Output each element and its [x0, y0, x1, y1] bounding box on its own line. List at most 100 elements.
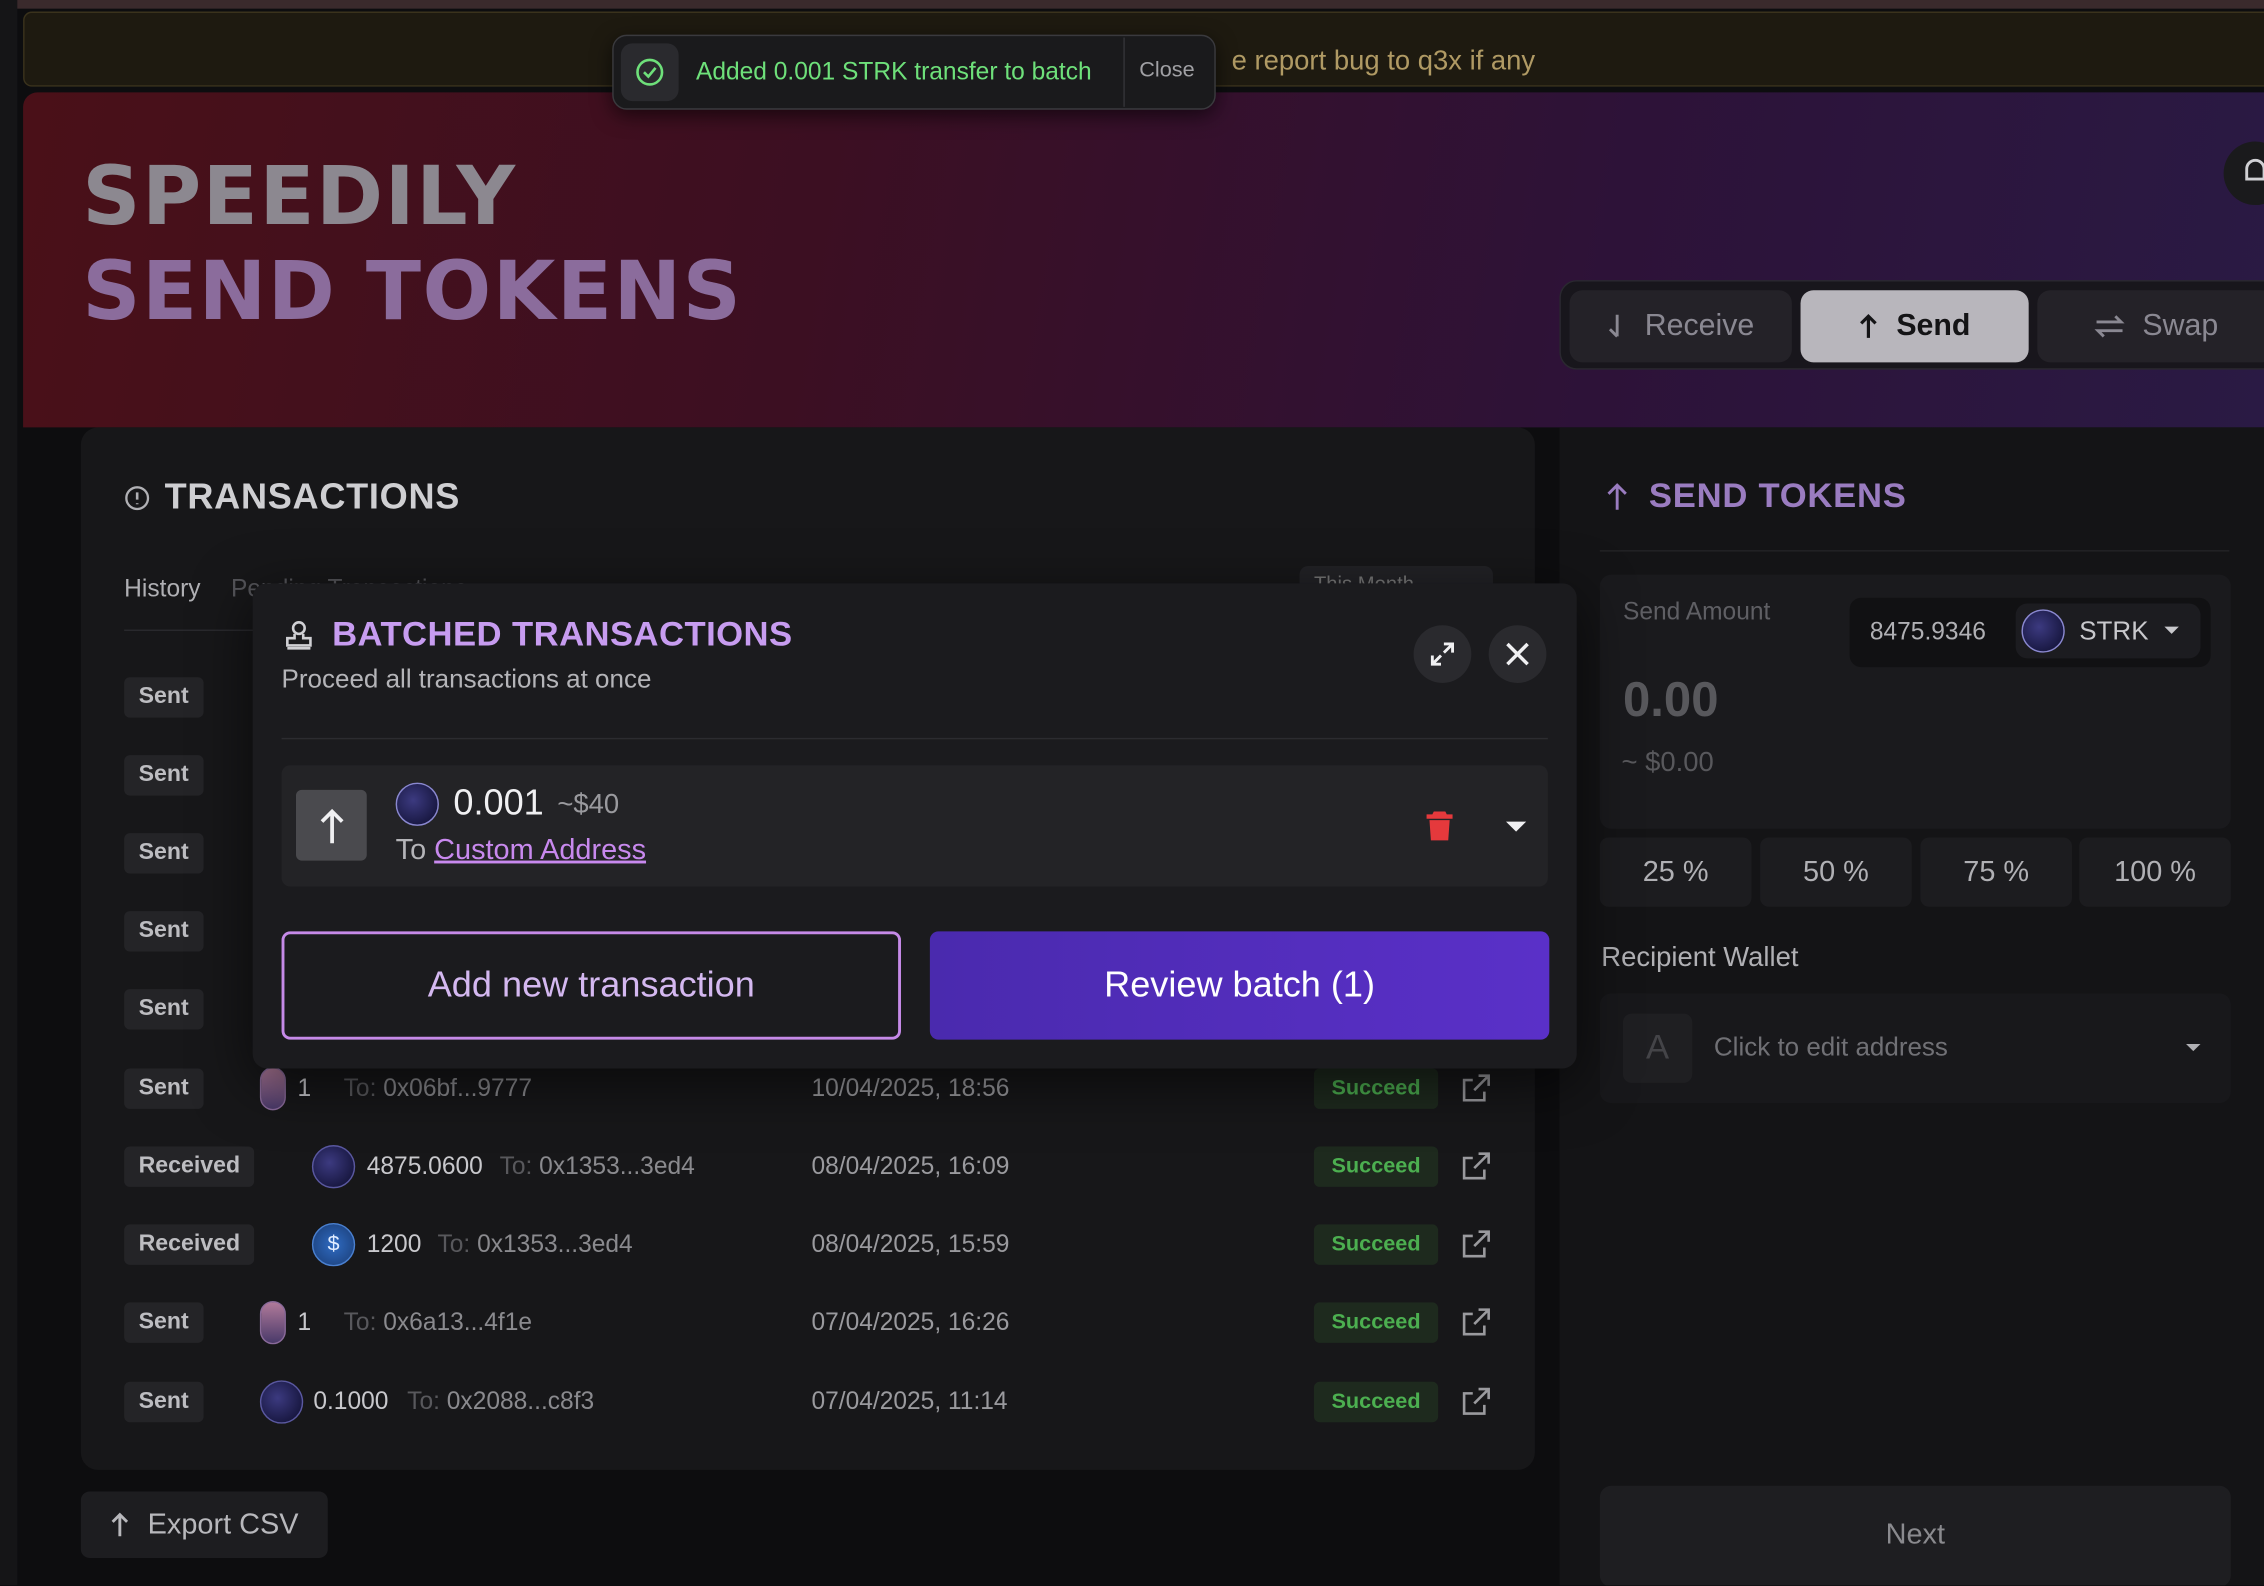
token-select[interactable]: STRK — [2015, 603, 2201, 659]
swap-tab[interactable]: Swap — [2037, 290, 2264, 363]
transactions-title: TRANSACTIONS — [164, 476, 461, 517]
status-badge: Succeed — [1313, 1224, 1439, 1265]
recipient-avatar: A — [1622, 1013, 1693, 1083]
tx-type-badge: Sent — [124, 755, 204, 796]
send-tab[interactable]: Send — [1800, 290, 2029, 363]
external-link-icon[interactable] — [1458, 1227, 1493, 1262]
recipient-placeholder[interactable]: Click to edit address — [1714, 1032, 1948, 1062]
modal-divider — [281, 737, 1548, 740]
percent-100-button[interactable]: 100 % — [2079, 837, 2231, 907]
receive-tab[interactable]: Receive — [1569, 290, 1792, 363]
tx-type-badge: Sent — [124, 1302, 204, 1343]
tx-date: 08/04/2025, 15:59 — [811, 1230, 1010, 1258]
tx-type-badge: Sent — [124, 911, 204, 952]
tx-address: 0x1353...3ed4 — [539, 1152, 695, 1180]
chevron-down-icon — [2164, 626, 2179, 634]
tx-recipient: To: 0x1353...3ed4 — [500, 1152, 695, 1181]
strk-token-icon — [259, 1380, 304, 1424]
token-select-label: STRK — [2079, 615, 2149, 645]
tx-amount: 1 — [297, 1308, 312, 1336]
tx-type-badge: Sent — [124, 677, 204, 718]
percent-50-button[interactable]: 50 % — [1760, 837, 1912, 907]
send-header: SEND TOKENS — [1606, 476, 1907, 516]
arrow-up-icon — [1607, 483, 1627, 510]
top-strip — [0, 0, 2264, 9]
tx-recipient: To: 0x1353...3ed4 — [438, 1230, 633, 1259]
swap-tab-label: Swap — [2142, 308, 2219, 343]
tx-address: 0x6a13...4f1e — [383, 1308, 533, 1336]
receive-tab-label: Receive — [1644, 308, 1755, 343]
batch-subtitle: Proceed all transactions at once — [281, 664, 652, 694]
tx-type-badge: Sent — [124, 1068, 204, 1109]
strk-token-icon — [395, 782, 439, 826]
batch-title: BATCHED TRANSACTIONS — [332, 615, 793, 655]
arrow-up-icon — [111, 1512, 129, 1537]
check-circle-icon — [636, 58, 664, 86]
left-rail — [0, 0, 18, 1586]
toast-message: Added 0.001 STRK transfer to batch — [695, 57, 1092, 86]
expand-icon — [1430, 642, 1455, 666]
strk-token-icon — [2021, 609, 2065, 653]
amount-input[interactable]: 0.00 — [1623, 673, 1719, 729]
send-divider — [1599, 550, 2230, 552]
amount-usd: ~ $0.00 — [1621, 747, 1714, 779]
batch-item-to-prefix: To — [395, 834, 427, 867]
tx-amount: 1200 — [366, 1230, 422, 1258]
tx-to-label: To: — [499, 1152, 533, 1180]
tx-amount: 0.1000 — [313, 1387, 389, 1416]
swap-icon — [2094, 315, 2125, 338]
tx-address: 0x2088...c8f3 — [446, 1387, 595, 1416]
chevron-down-icon[interactable] — [2185, 1042, 2202, 1054]
table-row: Sent 1 To: 0x6a13...4f1e 07/04/2025, 16:26 S… — [124, 1294, 1496, 1352]
transactions-header: TRANSACTIONS — [124, 476, 460, 518]
external-link-icon[interactable] — [1458, 1305, 1493, 1340]
table-row: Received 4875.0600 To: 0x1353...3ed4 08/04/… — [124, 1138, 1496, 1196]
tx-to-label: To: — [437, 1230, 471, 1258]
chevron-down-icon[interactable] — [1505, 820, 1528, 834]
notification-bell-button[interactable] — [2223, 141, 2264, 206]
hero-title-line1: SPEEDILY — [82, 150, 517, 245]
expand-button[interactable] — [1413, 625, 1472, 683]
tab-history[interactable]: History — [124, 575, 200, 604]
external-link-icon[interactable] — [1458, 1149, 1493, 1184]
nft-token-icon — [259, 1300, 286, 1345]
tx-type-badge: Sent — [124, 989, 204, 1030]
trash-icon[interactable] — [1425, 809, 1454, 844]
status-badge: Succeed — [1313, 1146, 1439, 1187]
toast-divider — [1123, 37, 1125, 107]
review-batch-button[interactable]: Review batch (1) — [929, 931, 1550, 1040]
info-circle-icon — [125, 485, 150, 510]
toast-close-button[interactable]: Close — [1139, 58, 1194, 83]
status-badge: Succeed — [1313, 1068, 1439, 1109]
percent-75-button[interactable]: 75 % — [1920, 837, 2072, 907]
table-row: Received $1200 To: 0x1353...3ed4 08/04/2025… — [124, 1216, 1496, 1274]
mode-switcher: Receive Send Swap — [1559, 280, 2264, 370]
tx-to-label: To: — [407, 1387, 440, 1416]
tx-type-badge: Received — [124, 1224, 255, 1265]
add-new-transaction-button[interactable]: Add new transaction — [281, 931, 901, 1040]
next-button[interactable]: Next — [1599, 1485, 2231, 1586]
export-csv-button[interactable]: Export CSV — [80, 1491, 328, 1558]
tx-to-label: To: — [343, 1074, 377, 1102]
arrow-up-icon — [319, 808, 343, 843]
custom-address-link[interactable]: Custom Address — [434, 835, 646, 867]
batch-item-usd: ~$40 — [557, 789, 620, 821]
send-tab-label: Send — [1896, 308, 1971, 343]
close-icon — [1506, 642, 1529, 666]
tx-amount: 1 — [297, 1074, 312, 1102]
tx-recipient: To: 0x6a13...4f1e — [344, 1308, 532, 1337]
external-link-icon[interactable] — [1458, 1385, 1493, 1420]
transfer-type-box — [295, 789, 367, 861]
tx-date: 08/04/2025, 16:09 — [811, 1152, 1010, 1180]
usdc-token-icon: $ — [311, 1222, 356, 1267]
close-modal-button[interactable] — [1488, 625, 1547, 683]
export-csv-label: Export CSV — [147, 1508, 299, 1540]
tx-type-badge: Received — [124, 1146, 255, 1187]
send-amount-label: Send Amount — [1622, 597, 1771, 626]
percent-25-button[interactable]: 25 % — [1599, 837, 1752, 907]
tx-date: 07/04/2025, 11:14 — [811, 1387, 1008, 1416]
strk-token-icon — [311, 1145, 356, 1189]
tx-address: 0x1353...3ed4 — [477, 1230, 633, 1258]
external-link-icon[interactable] — [1458, 1071, 1493, 1106]
tx-recipient: To: 0x06bf...9777 — [344, 1074, 532, 1103]
